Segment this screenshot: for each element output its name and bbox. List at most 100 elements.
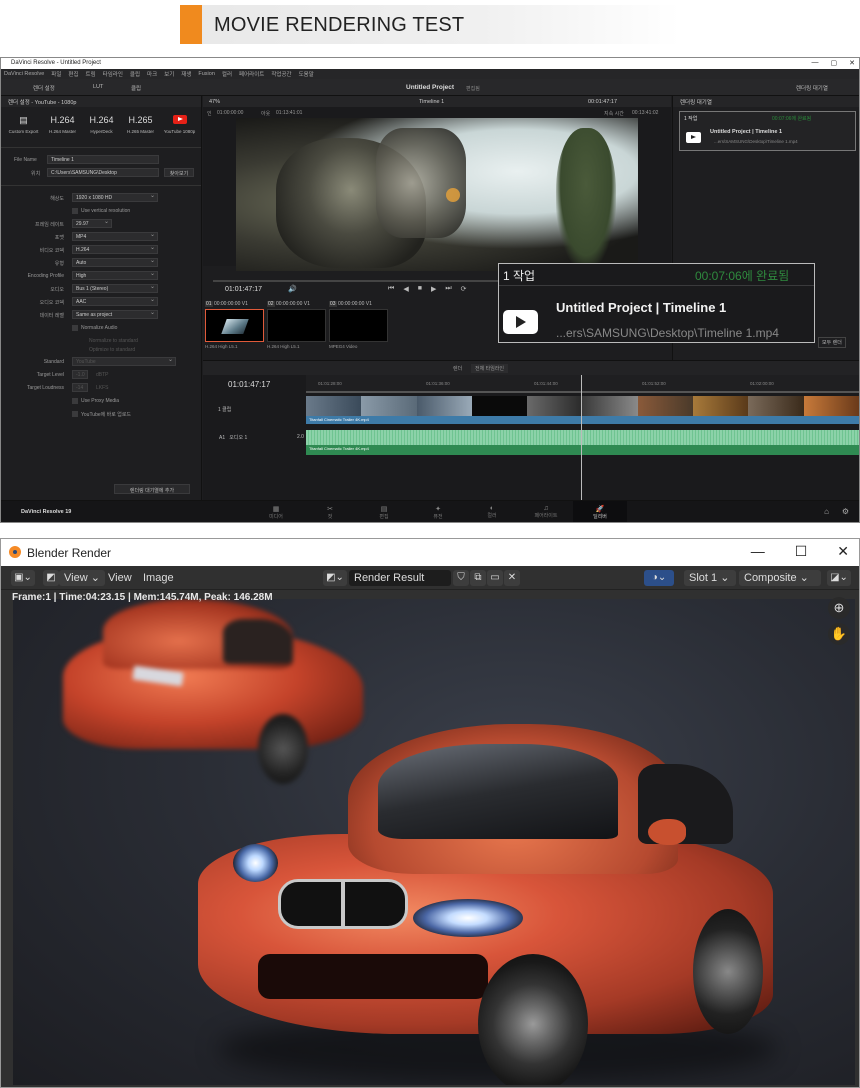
target-level-input[interactable]: -1.0 <box>72 370 88 379</box>
view-mode-dropdown[interactable]: View ⌄ <box>59 570 105 586</box>
page-tab-media[interactable]: ▦ 미디어 <box>249 501 303 522</box>
render-range-select[interactable]: 전체 타임라인 <box>471 364 508 373</box>
render-all-button[interactable]: 모두 렌더 <box>818 337 846 348</box>
menu-item[interactable]: 마크 <box>147 70 157 78</box>
format-select[interactable]: MP4 <box>72 232 158 241</box>
slot-dropdown[interactable]: Slot 1 ⌄ <box>684 570 736 586</box>
menu-item[interactable]: Fusion <box>198 71 215 77</box>
close-icon[interactable]: ✕ <box>837 543 849 560</box>
fake-user-shield-icon[interactable]: ⛉ <box>453 570 469 586</box>
page-tab-fairlight[interactable]: ♫ 페어라이트 <box>519 501 573 522</box>
proxy-checkbox[interactable] <box>72 398 78 404</box>
pan-hand-icon[interactable]: ✋ <box>828 623 850 645</box>
minimize-icon[interactable]: — <box>751 543 765 560</box>
zoom-level[interactable]: 47% <box>209 99 220 105</box>
render-job[interactable]: 1 작업 00:07:06에 완료됨 Untitled Project | Ti… <box>679 111 856 151</box>
menu-item[interactable]: 도움말 <box>299 70 314 78</box>
home-icon[interactable]: ⌂ <box>824 507 829 516</box>
menu-item[interactable]: 파일 <box>51 70 61 78</box>
unlink-icon[interactable]: ✕ <box>504 570 520 586</box>
image-menu[interactable]: Image <box>143 572 174 584</box>
menu-item[interactable]: 작업공간 <box>271 70 291 78</box>
page-tab-fusion[interactable]: ✦ 퓨전 <box>411 501 465 522</box>
menu-item[interactable]: 재생 <box>181 70 191 78</box>
audio-clip-label[interactable]: Titanfall Cinematic Trailer 4K.mp4 <box>306 445 859 455</box>
timeline-selector[interactable]: Timeline 1 <box>419 99 444 105</box>
display-channels-icon[interactable]: ◑⌄ <box>644 570 674 586</box>
page-tab-edit[interactable]: ▤ 편집 <box>357 501 411 522</box>
first-frame-icon[interactable]: ⏮ <box>388 285 394 293</box>
close-icon[interactable]: ✕ <box>849 59 855 67</box>
page-tab-cut[interactable]: ✂ 컷 <box>303 501 357 522</box>
play-icon[interactable]: ▶ <box>431 285 436 293</box>
menu-item[interactable]: 클립 <box>130 70 140 78</box>
last-frame-icon[interactable]: ⏭ <box>445 285 451 293</box>
reverse-icon[interactable]: ◀ <box>403 285 408 293</box>
pass-dropdown[interactable]: Composite ⌄ <box>739 570 821 586</box>
add-to-queue-button[interactable]: 렌더링 대기열에 추가 <box>114 484 190 494</box>
preset-h264-master[interactable]: H.264 H.264 Master <box>43 115 82 143</box>
maximize-icon[interactable]: ☐ <box>795 543 808 560</box>
timeline-ruler[interactable]: 01:01:28:00 01:01:36:00 01:01:44:00 01:0… <box>306 375 859 393</box>
vertical-checkbox[interactable] <box>72 208 78 214</box>
optimize-standard-radio[interactable]: Optimize to standard <box>89 347 135 353</box>
render-settings-button[interactable]: 렌더 설정 <box>33 84 55 92</box>
preset-h265-master[interactable]: H.265 H.265 Master <box>121 115 160 143</box>
menu-item[interactable]: 트림 <box>86 70 96 78</box>
file-name-input[interactable]: Timeline 1 <box>47 155 159 164</box>
video-track[interactable] <box>306 396 859 416</box>
maximize-icon[interactable]: ▢ <box>831 59 838 67</box>
youtube-upload-checkbox[interactable] <box>72 411 78 417</box>
channels-display-icon[interactable]: ◪⌄ <box>827 570 851 586</box>
resolution-select[interactable]: 1920 x 1080 HD <box>72 193 158 202</box>
location-input[interactable]: C:\Users\SAMSUNG\Desktop <box>47 168 159 177</box>
clip-item[interactable]: 03 00:00:00:00 V1 MPEG4 Video <box>329 300 388 349</box>
clip-thumbnail[interactable] <box>205 309 264 342</box>
audio-waveform[interactable] <box>306 430 859 445</box>
clip-thumbnail[interactable] <box>329 309 388 342</box>
lut-button[interactable]: LUT <box>93 84 103 90</box>
codec-select[interactable]: H.264 <box>72 245 158 254</box>
menu-item[interactable]: 컬러 <box>222 70 232 78</box>
clip-button[interactable]: 클립 <box>131 84 141 92</box>
target-loudness-input[interactable]: -14 <box>72 383 88 392</box>
playhead[interactable] <box>581 375 582 501</box>
image-name-field[interactable]: Render Result <box>349 570 451 586</box>
minimize-icon[interactable]: — <box>812 59 819 67</box>
loop-icon[interactable]: ⟳ <box>461 285 467 293</box>
standard-select[interactable]: YouTube <box>72 357 176 366</box>
gear-icon[interactable]: ⚙ <box>842 507 849 516</box>
clip-item[interactable]: 01 00:00:00:00 V1 H.264 High L5.1 <box>205 300 264 349</box>
data-level-select[interactable]: Same as project <box>72 310 158 319</box>
preset-youtube-1080p[interactable]: YouTube 1080p <box>160 115 199 143</box>
render-result-canvas[interactable] <box>13 599 855 1085</box>
video-clip-label[interactable]: Titanfall Cinematic Trailer 4K.mp4 <box>306 416 859 424</box>
encoding-profile-select[interactable]: High <box>72 271 158 280</box>
open-folder-icon[interactable]: ▭ <box>487 570 503 586</box>
view-menu[interactable]: View <box>108 572 132 584</box>
duplicate-icon[interactable]: ⧉ <box>470 570 486 586</box>
page-tab-color[interactable]: ◐ 컬러 <box>465 501 519 522</box>
browse-button[interactable]: 찾아보기 <box>164 168 194 177</box>
preset-hyperdeck[interactable]: H.264 HyperDeck <box>82 115 121 143</box>
audio-codec-select[interactable]: AAC <box>72 297 158 306</box>
menu-item[interactable]: 편집 <box>68 70 78 78</box>
menu-item[interactable]: 타임라인 <box>103 70 123 78</box>
normalize-checkbox[interactable] <box>72 325 78 331</box>
menu-item[interactable]: 보기 <box>164 70 174 78</box>
stop-icon[interactable]: ■ <box>418 285 422 293</box>
volume-icon[interactable]: 🔊 <box>288 285 297 293</box>
zoom-icon[interactable]: ⊕ <box>828 597 850 619</box>
preset-custom-export[interactable]: ▤ Custom Export <box>4 115 43 143</box>
menu-item[interactable]: 페어라이트 <box>239 70 264 78</box>
clip-item[interactable]: 02 00:00:00:00 V1 H.264 High L5.1 <box>267 300 326 349</box>
clip-thumbnail[interactable] <box>267 309 326 342</box>
framerate-select[interactable]: 29.97 <box>72 219 112 228</box>
type-select[interactable]: Auto <box>72 258 158 267</box>
render-queue-button[interactable]: 렌더링 대기열 <box>796 84 828 92</box>
page-tab-deliver[interactable]: 🚀 딜리버 <box>573 501 627 522</box>
image-browse-icon[interactable]: ◩⌄ <box>323 570 347 586</box>
image-mode-icon[interactable]: ◩ <box>43 570 59 586</box>
editor-type-icon[interactable]: ▣⌄ <box>11 570 35 586</box>
audio-select[interactable]: Bus 1 (Stereo) <box>72 284 158 293</box>
